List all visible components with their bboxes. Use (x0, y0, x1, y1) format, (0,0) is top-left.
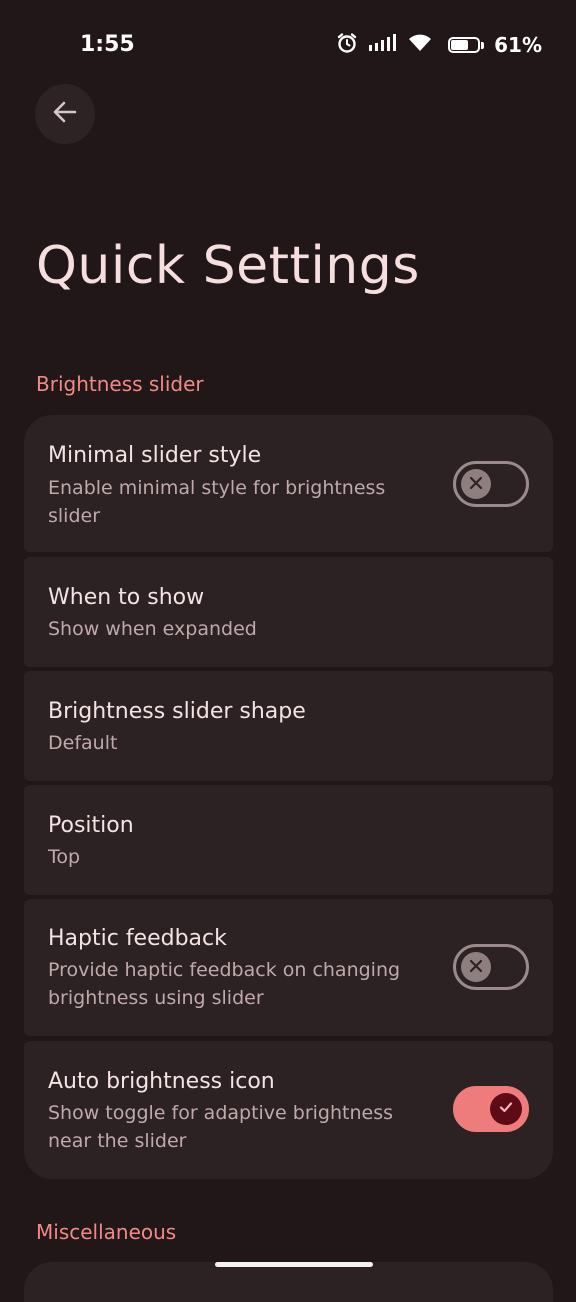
setting-haptic-feedback[interactable]: Haptic feedback Provide haptic feedback … (24, 899, 553, 1036)
close-icon (469, 958, 483, 977)
setting-when-to-show[interactable]: When to show Show when expanded (24, 557, 553, 667)
wifi-icon (408, 33, 432, 57)
section-title-miscellaneous: Miscellaneous (36, 1220, 177, 1244)
auto-brightness-icon-toggle[interactable] (453, 1086, 529, 1132)
status-bar: 1:55 61% (0, 0, 576, 90)
setting-title: Haptic feedback (48, 926, 227, 951)
setting-subtitle: Default (48, 732, 118, 754)
setting-title: When to show (48, 585, 205, 610)
setting-subtitle: Show when expanded (48, 618, 257, 640)
setting-subtitle: Enable minimal style for brightness slid… (48, 477, 386, 527)
check-icon (498, 1099, 514, 1119)
setting-position[interactable]: Position Top (24, 785, 553, 895)
setting-title: Brightness slider shape (48, 699, 306, 724)
section-title-brightness-slider: Brightness slider (36, 372, 204, 396)
setting-minimal-slider-style[interactable]: Minimal slider style Enable minimal styl… (24, 415, 553, 552)
battery-fill (451, 40, 469, 50)
setting-subtitle: Top (48, 846, 81, 868)
minimal-slider-style-toggle[interactable] (453, 461, 529, 507)
signal-icon (368, 33, 398, 57)
arrow-left-icon (51, 98, 79, 130)
setting-auto-brightness-icon[interactable]: Auto brightness icon Show toggle for ada… (24, 1041, 553, 1179)
battery-nub (481, 41, 485, 49)
status-time: 1:55 (80, 32, 135, 57)
setting-title: Auto brightness icon (48, 1069, 275, 1094)
setting-brightness-slider-shape[interactable]: Brightness slider shape Default (24, 671, 553, 781)
setting-title: Position (48, 813, 134, 838)
navigation-handle[interactable] (215, 1262, 373, 1267)
toggle-knob (461, 952, 491, 982)
battery-percent: 61% (494, 33, 542, 57)
alarm-icon (336, 32, 358, 58)
setting-subtitle: Provide haptic feedback on changing brig… (48, 959, 401, 1009)
setting-subtitle: Show toggle for adaptive brightness near… (48, 1102, 394, 1152)
close-icon (469, 475, 483, 494)
haptic-feedback-toggle[interactable] (453, 944, 529, 990)
toggle-knob (461, 469, 491, 499)
back-button[interactable] (35, 84, 95, 144)
toggle-knob (490, 1093, 522, 1125)
miscellaneous-settings-group (24, 1262, 553, 1302)
page-title: Quick Settings (36, 236, 420, 296)
battery-icon (442, 37, 481, 53)
status-icons: 61% (336, 30, 542, 60)
setting-title: Minimal slider style (48, 443, 262, 468)
